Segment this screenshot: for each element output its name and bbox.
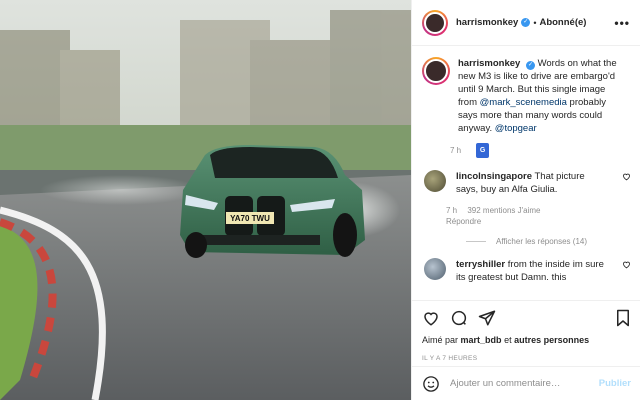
- comment-text: lincolnsingapore That picture says, buy …: [456, 170, 606, 196]
- comment-text: terryshiller from the inside im sure its…: [456, 258, 606, 284]
- comment-likes[interactable]: 392 mentions J'aime: [467, 206, 540, 215]
- instagram-post: YA70 TWU harrismonkey ✓ • Abonné(e) ••• …: [0, 0, 640, 400]
- comment-item: lincolnsingapore That picture says, buy …: [422, 170, 631, 227]
- reply-button[interactable]: Répondre: [446, 217, 481, 226]
- separator-dot: •: [533, 17, 537, 28]
- share-paper-plane-icon[interactable]: [478, 309, 496, 327]
- comment-meta: 7 h 392 mentions J'aime Répondre: [446, 205, 606, 227]
- like-heart-icon[interactable]: [422, 309, 440, 327]
- caption-text: harrismonkey ✓ Words on what the new M3 …: [458, 57, 622, 135]
- more-options-icon[interactable]: •••: [614, 16, 630, 30]
- heart-icon[interactable]: [622, 172, 631, 181]
- license-plate: YA70 TWU: [230, 214, 270, 223]
- save-bookmark-icon[interactable]: [615, 309, 631, 327]
- post-photo[interactable]: YA70 TWU: [0, 0, 411, 400]
- divider-line: [466, 241, 486, 242]
- comment-time: 7 h: [446, 206, 458, 215]
- caption: harrismonkey ✓ Words on what the new M3 …: [422, 57, 631, 158]
- comment-username[interactable]: lincolnsingapore: [456, 171, 532, 182]
- likes-summary: Aimé par mart_bdb et autres personnes: [422, 335, 631, 345]
- caption-time: 7 h: [450, 146, 462, 155]
- avatar[interactable]: [422, 9, 448, 36]
- verified-icon: ✓: [525, 61, 535, 70]
- comment-input[interactable]: [450, 378, 590, 389]
- comment-avatar[interactable]: [424, 258, 446, 280]
- translate-icon[interactable]: G: [476, 143, 490, 158]
- follow-button[interactable]: Abonné(e): [539, 17, 586, 28]
- mention-link[interactable]: @topgear: [495, 123, 537, 134]
- bmw-m3-drift-image: YA70 TWU: [0, 0, 411, 400]
- liked-by-others[interactable]: autres personnes: [514, 335, 589, 345]
- comments-list[interactable]: harrismonkey ✓ Words on what the new M3 …: [412, 47, 640, 296]
- verified-icon: ✓: [521, 18, 531, 27]
- mention-link[interactable]: @mark_scenemedia: [480, 97, 567, 108]
- post-timestamp[interactable]: IL Y A 7 HEURES: [422, 355, 631, 362]
- heart-icon[interactable]: [622, 260, 631, 269]
- comment-item: terryshiller from the inside im sure its…: [422, 258, 631, 284]
- post-comment-button[interactable]: Publier: [599, 378, 631, 389]
- view-replies-label: Afficher les réponses (14): [496, 237, 588, 246]
- post-header: harrismonkey ✓ • Abonné(e) •••: [412, 0, 640, 46]
- emoji-icon[interactable]: [422, 375, 440, 393]
- liked-by-prefix: Aimé par: [422, 335, 459, 345]
- comment-avatar[interactable]: [424, 170, 446, 192]
- caption-avatar[interactable]: [422, 57, 450, 85]
- liked-by-joiner: et: [504, 335, 512, 345]
- car: YA70 TWU: [180, 145, 365, 258]
- header-username[interactable]: harrismonkey: [456, 17, 518, 28]
- post-sidebar: harrismonkey ✓ • Abonné(e) ••• harrismon…: [411, 0, 640, 400]
- comment-username[interactable]: terryshiller: [456, 259, 505, 270]
- action-icons: [422, 307, 631, 329]
- view-replies-button[interactable]: Afficher les réponses (14): [466, 237, 631, 246]
- liked-by-user[interactable]: mart_bdb: [461, 335, 502, 345]
- caption-meta: 7 h G: [450, 143, 622, 158]
- add-comment-bar: Publier: [412, 366, 640, 400]
- caption-username[interactable]: harrismonkey: [458, 58, 520, 69]
- post-actions: Aimé par mart_bdb et autres personnes IL…: [412, 300, 640, 362]
- comment-bubble-icon[interactable]: [450, 309, 468, 327]
